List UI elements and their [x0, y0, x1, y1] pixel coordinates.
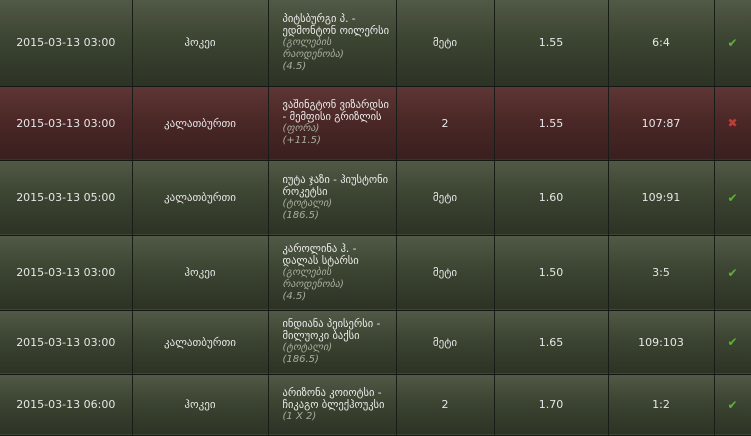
event-line: (186.5)	[282, 209, 319, 221]
check-icon: ✔	[727, 265, 738, 280]
bet-status: ✔	[714, 374, 751, 436]
table-row[interactable]: 2015-03-13 03:00 ჰოკეი პიტსბურგი პ. - ედ…	[0, 0, 751, 87]
bet-event: არიზონა კოიოტსი - ჩიკაგო ბლექჰოუკსი (1 X…	[268, 374, 397, 436]
bet-score: 3:5	[608, 235, 715, 311]
cross-icon: ✖	[727, 116, 738, 130]
event-market: (ფორა)	[282, 123, 320, 134]
table-row[interactable]: 2015-03-13 03:00 კალათბურთი ინდიანა პეის…	[0, 310, 751, 375]
check-icon: ✔	[727, 397, 738, 412]
bet-pick: 2	[396, 374, 495, 436]
table-row[interactable]: 2015-03-13 03:00 კალათბურთი ვაშინგტონ ვი…	[0, 86, 751, 161]
bet-odds: 1.70	[494, 374, 609, 436]
bet-sport: ჰოკეი	[132, 374, 269, 436]
bet-history-table: 2015-03-13 03:00 ჰოკეი პიტსბურგი პ. - ედ…	[0, 0, 751, 436]
event-market: (გოლების რაოდენობა)	[282, 266, 344, 290]
event-market: (გოლების რაოდენობა)	[282, 36, 344, 60]
bet-date: 2015-03-13 03:00	[0, 0, 133, 87]
bet-event: ვაშინგტონ ვიზარდსი - მემფისი გრიზლის (ფო…	[268, 86, 397, 161]
bet-score: 109:103	[608, 310, 715, 375]
bet-status: ✖	[714, 86, 751, 161]
event-market: (1 X 2)	[282, 410, 317, 422]
check-icon: ✔	[727, 335, 738, 349]
bet-odds: 1.65	[494, 310, 609, 375]
table-row[interactable]: 2015-03-13 06:00 ჰოკეი არიზონა კოიოტსი -…	[0, 374, 751, 436]
check-icon: ✔	[727, 35, 738, 50]
bet-pick: 2	[396, 86, 495, 161]
bet-sport: კალათბურთი	[132, 86, 269, 161]
bet-odds: 1.55	[494, 86, 609, 161]
bet-date: 2015-03-13 03:00	[0, 86, 133, 161]
event-name[interactable]: ინდიანა პეისერსი - მილუოკი ბაქსი	[283, 318, 396, 342]
check-icon: ✔	[727, 190, 738, 205]
event-name[interactable]: არიზონა კოიოტსი - ჩიკაგო ბლექჰოუკსი	[283, 387, 396, 411]
bet-sport: ჰოკეი	[132, 235, 269, 311]
bet-pick: მეტი	[396, 160, 495, 236]
event-line: (+11.5)	[282, 135, 321, 146]
event-line: (186.5)	[282, 354, 319, 365]
bet-event: პიტსბურგი პ. - ედმონტონ ოილერსი (გოლების…	[268, 0, 397, 87]
bet-status: ✔	[714, 235, 751, 311]
event-name[interactable]: პიტსბურგი პ. - ედმონტონ ოილერსი	[283, 13, 396, 37]
bet-score: 107:87	[608, 86, 715, 161]
event-name[interactable]: ვაშინგტონ ვიზარდსი - მემფისი გრიზლის	[283, 99, 396, 123]
event-market: (ტოტალი)	[282, 197, 333, 209]
bet-date: 2015-03-13 06:00	[0, 374, 133, 436]
table-row[interactable]: 2015-03-13 05:00 კალათბურთი იუტა ჯაზი - …	[0, 160, 751, 236]
event-name[interactable]: იუტა ჯაზი - ჰიუსტონი როკეტსი	[283, 174, 396, 198]
bet-pick: მეტი	[396, 310, 495, 375]
event-name[interactable]: კაროლინა ჰ. - დალას სტარსი	[283, 243, 396, 267]
event-line: (4.5)	[282, 290, 307, 302]
bet-odds: 1.55	[494, 0, 609, 87]
bet-odds: 1.60	[494, 160, 609, 236]
bet-sport: კალათბურთი	[132, 160, 269, 236]
event-market: (ტოტალი)	[282, 342, 333, 353]
bet-status: ✔	[714, 0, 751, 87]
bet-odds: 1.50	[494, 235, 609, 311]
bet-sport: კალათბურთი	[132, 310, 269, 375]
bet-score: 1:2	[608, 374, 715, 436]
bet-sport: ჰოკეი	[132, 0, 269, 87]
bet-date: 2015-03-13 05:00	[0, 160, 133, 236]
bet-status: ✔	[714, 160, 751, 236]
bet-date: 2015-03-13 03:00	[0, 235, 133, 311]
table-row[interactable]: 2015-03-13 03:00 ჰოკეი კაროლინა ჰ. - დალ…	[0, 235, 751, 311]
bet-event: ინდიანა პეისერსი - მილუოკი ბაქსი (ტოტალი…	[268, 310, 397, 375]
bet-event: კაროლინა ჰ. - დალას სტარსი (გოლების რაოდ…	[268, 235, 397, 311]
bet-score: 6:4	[608, 0, 715, 87]
bet-status: ✔	[714, 310, 751, 375]
bet-pick: მეტი	[396, 235, 495, 311]
bet-pick: მეტი	[396, 0, 495, 87]
bet-date: 2015-03-13 03:00	[0, 310, 133, 375]
event-line: (4.5)	[282, 60, 307, 72]
bet-event: იუტა ჯაზი - ჰიუსტონი როკეტსი (ტოტალი) (1…	[268, 160, 397, 236]
bet-score: 109:91	[608, 160, 715, 236]
